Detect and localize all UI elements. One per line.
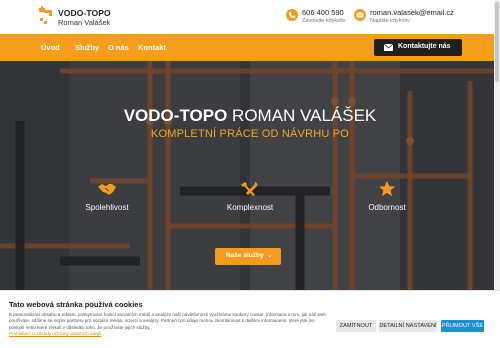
nav-item-kontakt[interactable]: Kontakt bbox=[138, 43, 166, 52]
brand-name[interactable]: VODO-TOPO bbox=[58, 8, 111, 18]
nav-item-uvod[interactable]: Úvod bbox=[41, 43, 60, 52]
cookie-settings-button[interactable]: DETAILNÍ NASTAVENÍ bbox=[379, 320, 437, 332]
faucet-logo-icon[interactable] bbox=[38, 6, 54, 26]
phone-icon bbox=[286, 9, 298, 21]
brand-subtitle: Roman Valášek bbox=[58, 18, 111, 27]
hero-section: VODO-TOPO ROMAN VALÁŠEK KOMPLETNÍ PRÁCE … bbox=[0, 61, 500, 290]
email-icon bbox=[354, 9, 366, 21]
cookie-text: K personalizaci obsahu a reklam, poskyto… bbox=[9, 312, 326, 330]
envelope-icon bbox=[384, 44, 393, 51]
hero-subtitle: KOMPLETNÍ PRÁCE OD NÁVRHU PO bbox=[150, 128, 350, 140]
star-icon bbox=[379, 181, 395, 196]
chevron-down-icon: ⌄ bbox=[267, 252, 273, 259]
hero-title-rest: ROMAN VALÁŠEK bbox=[227, 106, 377, 125]
email-address: roman.valasek@email.cz bbox=[370, 8, 454, 17]
feature-expertise: Odbornost bbox=[327, 181, 447, 212]
cookie-title: Tato webová stránka používá cookies bbox=[9, 300, 143, 309]
tools-icon bbox=[241, 182, 258, 196]
top-header: VODO-TOPO Roman Valášek 606 400 590 Zavo… bbox=[0, 0, 500, 34]
hero-title: VODO-TOPO ROMAN VALÁŠEK bbox=[0, 106, 500, 126]
feature-label: Komplexnost bbox=[226, 203, 274, 212]
page-scrollbar[interactable] bbox=[494, 0, 500, 290]
feature-label: Spolehlivost bbox=[85, 203, 129, 212]
contact-us-label: Kontaktujte nás bbox=[398, 43, 451, 50]
accept-all-cookies-button[interactable]: PŘIJMOUT VŠE bbox=[441, 320, 484, 332]
phone-number: 606 400 590 bbox=[302, 8, 344, 17]
handshake-icon bbox=[98, 184, 116, 195]
privacy-policy-link[interactable]: Prohlášení o Zásady ochrany osobních úda… bbox=[9, 331, 101, 336]
scrollbar-thumb[interactable] bbox=[495, 2, 499, 82]
feature-reliability: Spolehlivost bbox=[47, 181, 167, 212]
contact-us-button[interactable]: Kontaktujte nás bbox=[374, 39, 462, 56]
our-services-label: Naše služby bbox=[226, 252, 264, 259]
our-services-button[interactable]: Naše služby ⌄ bbox=[215, 248, 281, 265]
feature-label: Odbornost bbox=[368, 203, 406, 212]
feature-complexity: Komplexnost bbox=[190, 181, 310, 212]
contact-phone[interactable]: 606 400 590 Zavolejte kdykoliv bbox=[286, 8, 356, 30]
main-navigation: Úvod Služby O nás Kontakt Kontaktujte ná… bbox=[0, 34, 500, 61]
nav-item-sluzby[interactable]: Služby bbox=[75, 43, 99, 52]
reject-cookies-button[interactable]: ZAMÍTNOUT bbox=[336, 320, 376, 332]
phone-caption: Zavolejte kdykoliv bbox=[302, 18, 346, 24]
contact-email[interactable]: roman.valasek@email.cz Napište kdykoliv bbox=[354, 8, 474, 30]
hero-title-bold: VODO-TOPO bbox=[123, 106, 228, 125]
nav-item-o-nas[interactable]: O nás bbox=[108, 43, 129, 52]
email-caption: Napište kdykoliv bbox=[370, 18, 410, 24]
cookie-banner: Tato webová stránka používá cookies K pe… bbox=[0, 290, 500, 348]
